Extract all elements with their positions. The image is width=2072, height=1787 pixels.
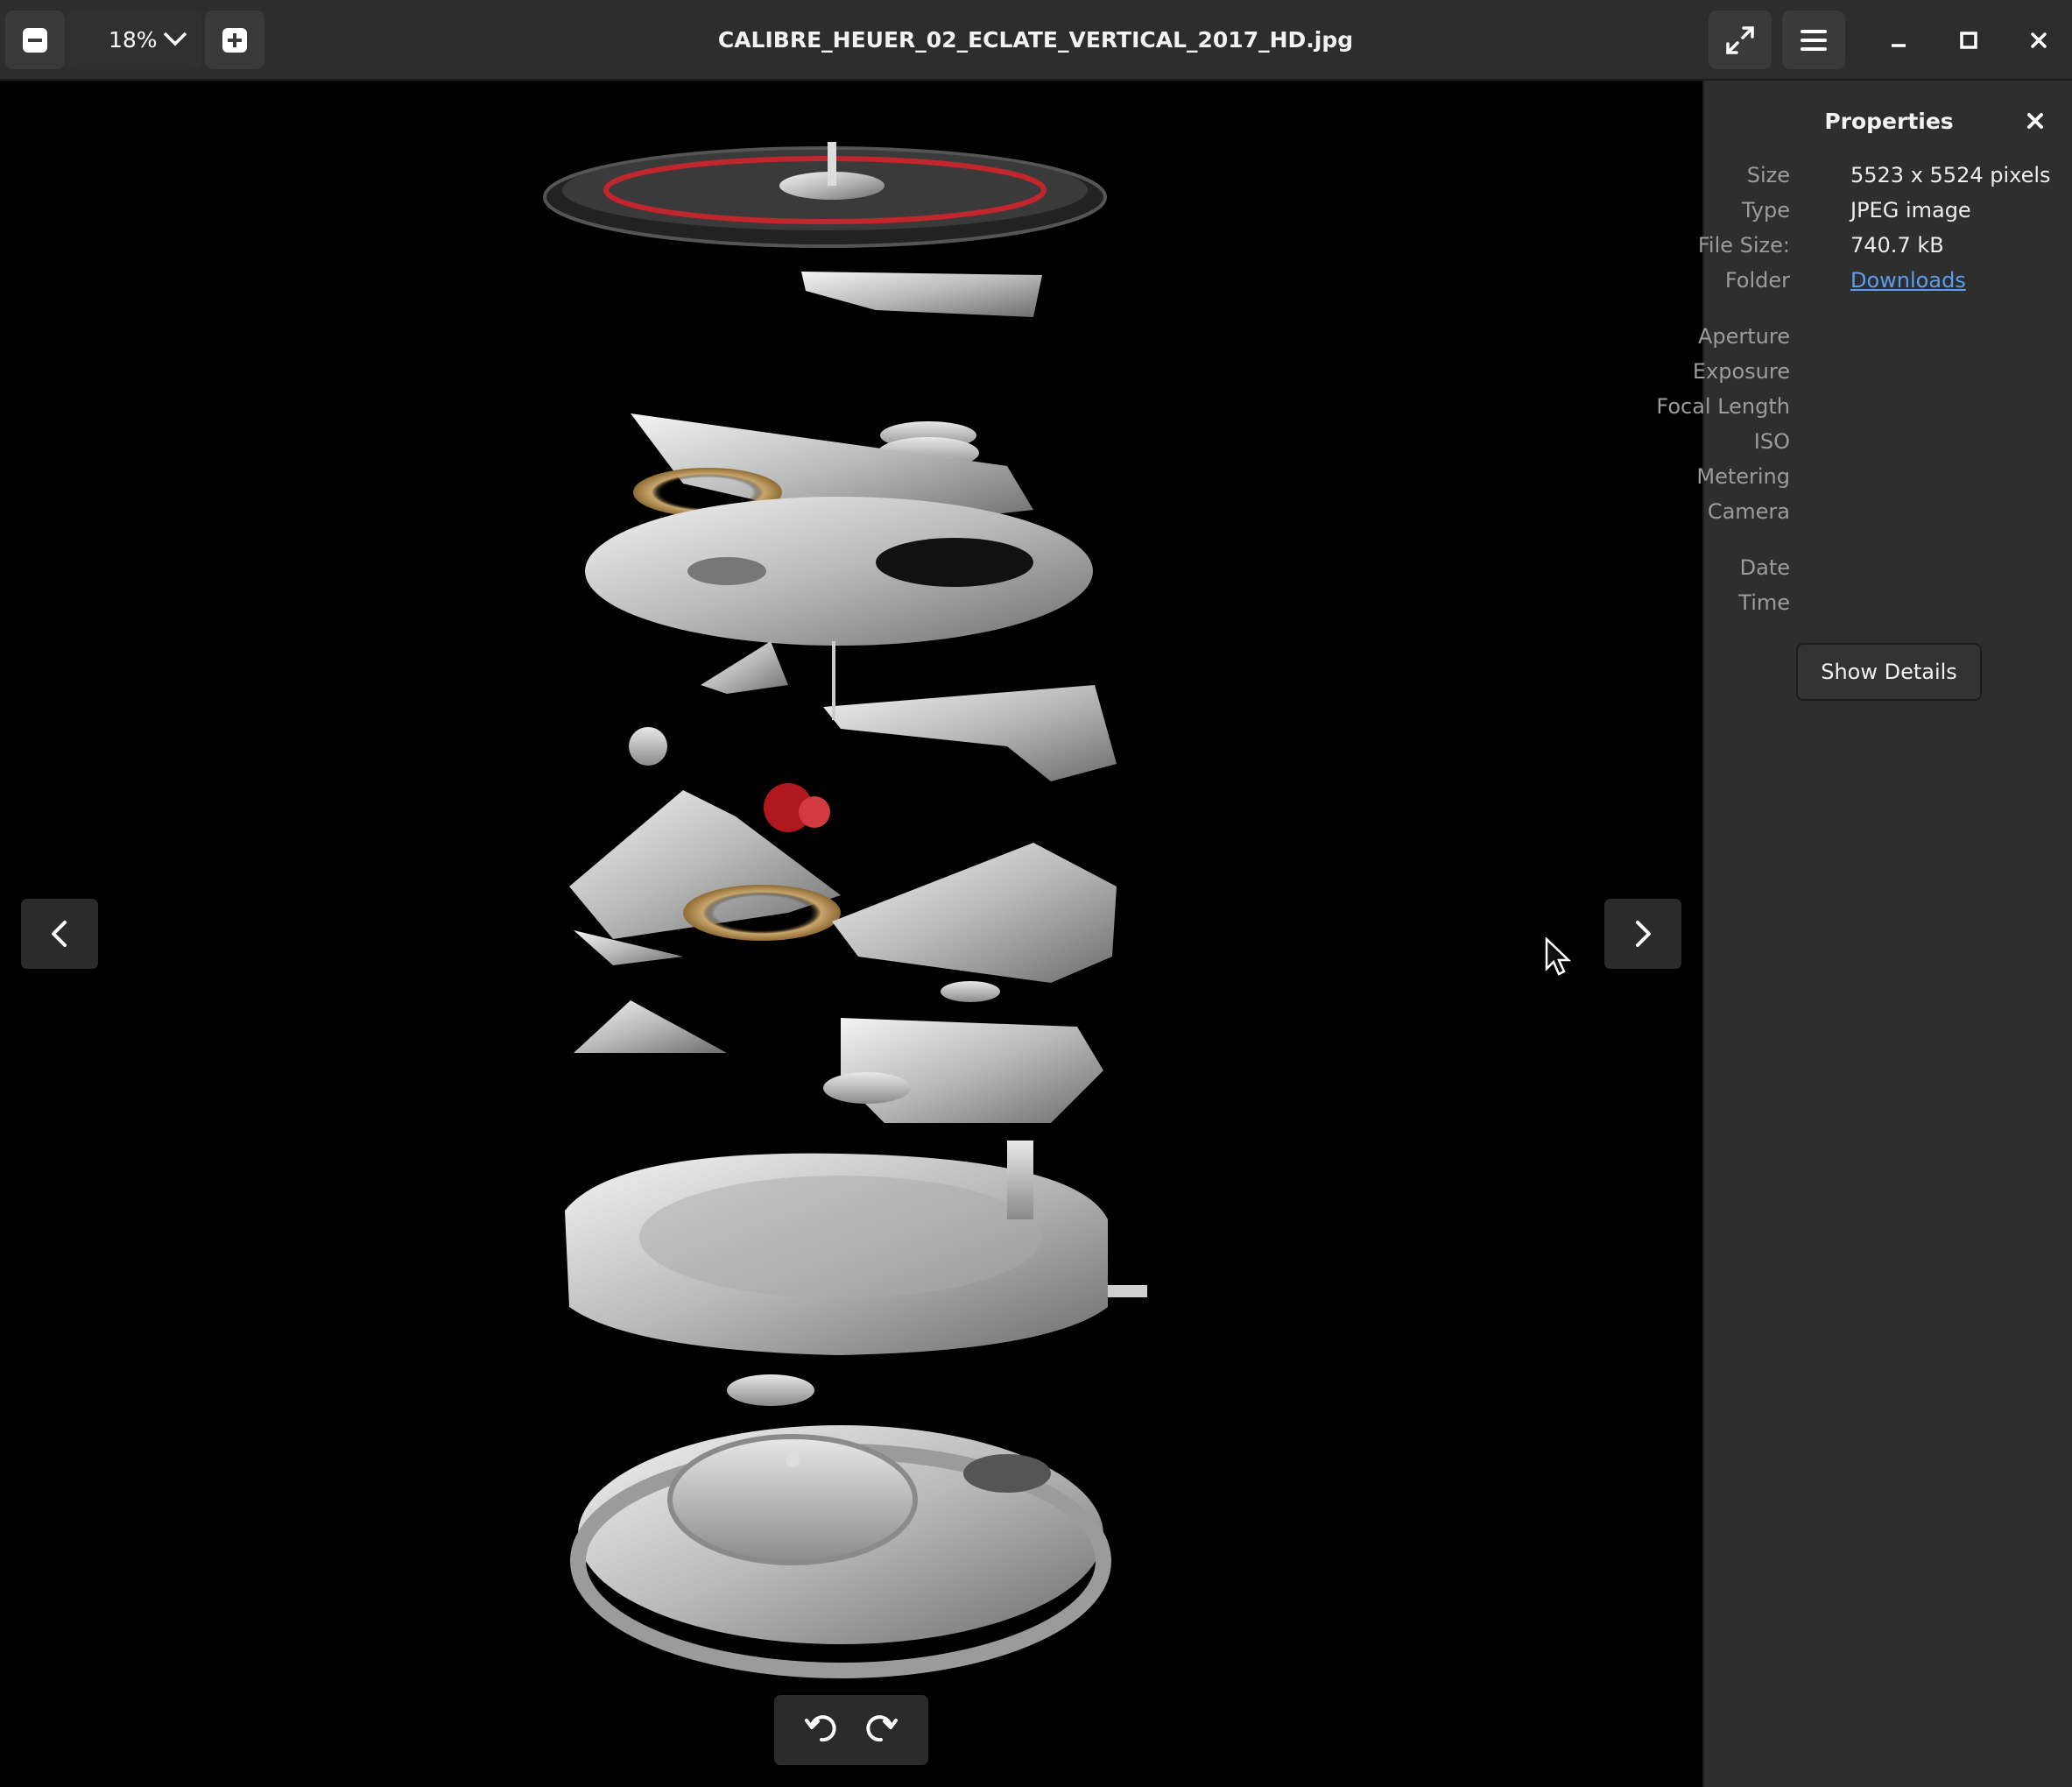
type-value: JPEG image	[1850, 198, 1971, 222]
mouse-cursor-icon	[1545, 937, 1571, 976]
image-viewer[interactable]	[0, 81, 1702, 1787]
rotate-cw-icon	[866, 1715, 898, 1742]
exposure-label: Exposure	[1692, 359, 1790, 384]
file-size-label: File Size:	[1697, 233, 1790, 258]
maximize-window-button[interactable]	[1946, 18, 1991, 63]
close-icon[interactable]	[2025, 110, 2046, 131]
window-title: CALIBRE_HEUER_02_ECLATE_VERTICAL_2017_HD…	[717, 27, 1354, 53]
displayed-image	[543, 142, 1147, 1678]
minus-square-icon	[23, 27, 47, 53]
fullscreen-icon	[1726, 25, 1754, 54]
date-label: Date	[1739, 555, 1790, 580]
chevron-right-icon	[1636, 921, 1651, 947]
size-label: Size	[1746, 163, 1790, 187]
rotate-left-button[interactable]	[805, 1713, 838, 1747]
minimize-icon	[1892, 44, 1906, 47]
previous-image-button[interactable]	[21, 899, 98, 969]
close-icon	[2031, 32, 2047, 48]
time-label: Time	[1738, 590, 1790, 615]
folder-label: Folder	[1724, 268, 1790, 293]
fullscreen-button[interactable]	[1709, 11, 1772, 69]
zoom-level-value: 18%	[109, 27, 158, 53]
size-value: 5523 x 5524 pixels	[1850, 163, 2051, 187]
properties-title: Properties	[1824, 109, 1954, 134]
chevron-down-icon	[163, 32, 187, 46]
main-menu-button[interactable]	[1782, 11, 1845, 69]
type-label: Type	[1741, 198, 1790, 222]
maximize-icon	[1960, 32, 1977, 49]
plus-square-icon	[222, 27, 247, 53]
rotate-toolbar	[774, 1695, 928, 1765]
header-bar: 18% CALIBRE_HEUER_02_ECLATE_VERTICAL_201…	[0, 0, 2072, 81]
aperture-label: Aperture	[1697, 324, 1790, 349]
file-size-value: 740.7 kB	[1850, 233, 1944, 258]
show-details-button[interactable]: Show Details	[1796, 643, 1982, 701]
zoom-out-button[interactable]	[5, 11, 65, 69]
minimize-window-button[interactable]	[1876, 18, 1921, 63]
iso-label: ISO	[1753, 429, 1790, 454]
focal-length-label: Focal Length	[1656, 394, 1790, 419]
folder-link[interactable]: Downloads	[1850, 268, 1966, 293]
close-window-button[interactable]	[2016, 18, 2061, 63]
hamburger-icon	[1801, 29, 1827, 51]
rotate-right-button[interactable]	[864, 1713, 898, 1747]
rotate-ccw-icon	[805, 1715, 836, 1742]
zoom-level-dropdown[interactable]: 18%	[67, 11, 202, 69]
metering-label: Metering	[1696, 464, 1790, 489]
zoom-in-button[interactable]	[205, 11, 264, 69]
chevron-left-icon	[52, 921, 67, 947]
next-image-button[interactable]	[1604, 899, 1681, 969]
camera-label: Camera	[1707, 499, 1790, 524]
properties-panel: Properties Size 5523 x 5524 pixels Type …	[1656, 81, 2072, 1787]
